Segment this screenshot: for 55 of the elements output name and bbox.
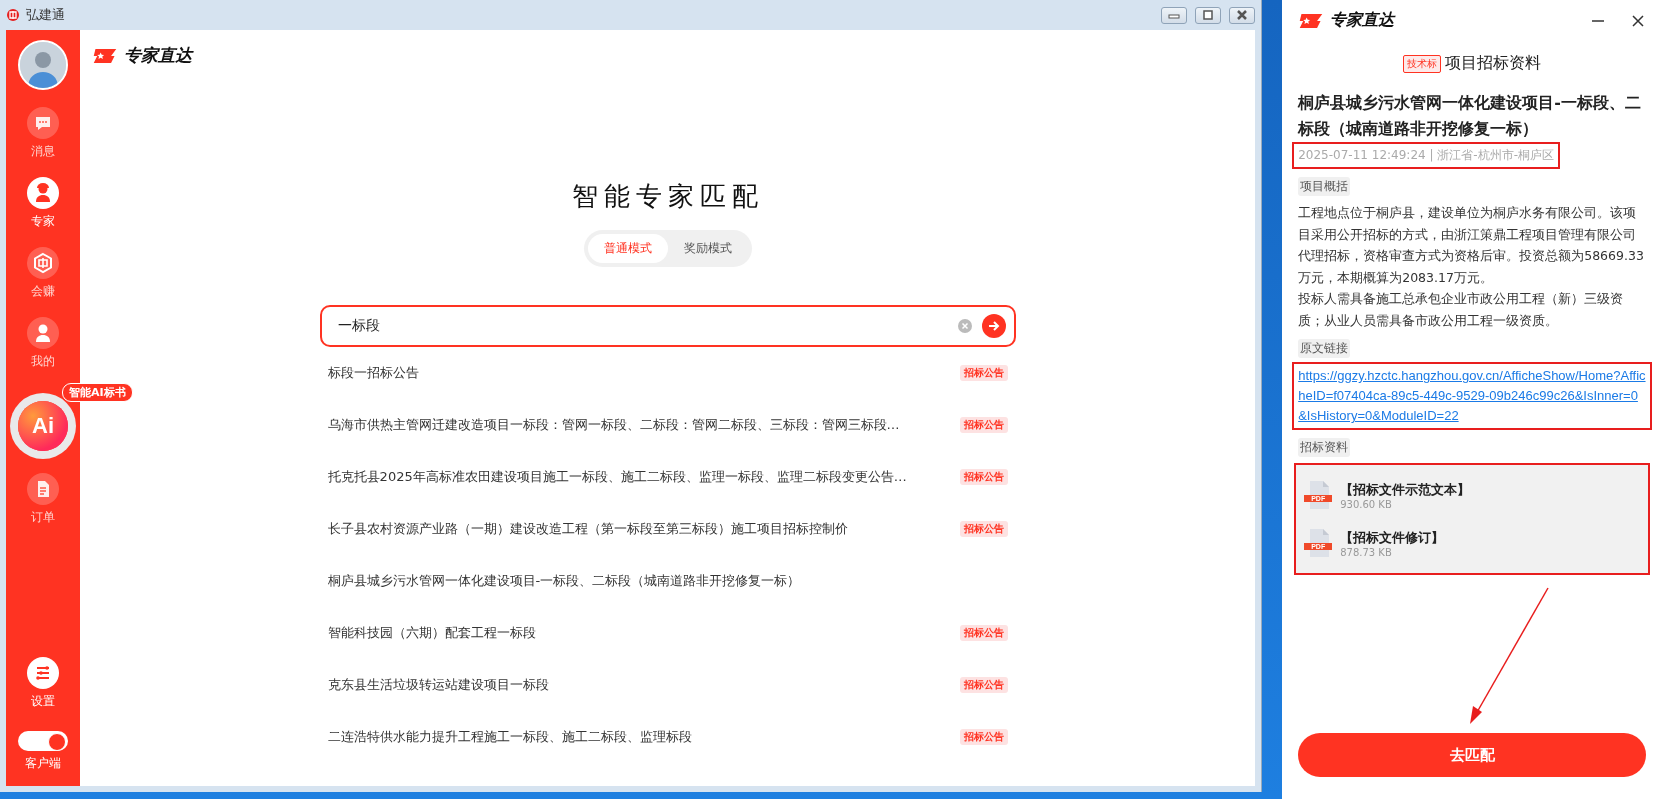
sidebar-item[interactable]: 专家 [6,173,80,243]
result-tag: 招标公告 [959,469,1008,485]
result-tag: 招标公告 [959,677,1008,693]
brand-name: 专家直达 [124,44,192,67]
match-button[interactable]: 去匹配 [1298,733,1646,777]
result-tag: 招标公告 [959,729,1008,745]
section-label: 原文链接 [1298,339,1351,358]
logo-icon [92,46,118,65]
file-name: 【招标文件示范文本】 [1340,480,1471,499]
result-item[interactable]: 标段一招标公告 [327,364,419,382]
app-icon [6,8,20,22]
window-title: 弘建通 [26,6,66,24]
result-item[interactable]: 二连浩特供水能力提升工程施工一标段、施工二标段、监理标段 [327,728,692,746]
panel-heading: 项目招标资料 [1445,53,1542,74]
maximize-icon [1201,10,1216,20]
logo-icon [1298,11,1325,30]
file-size: 878.73 KB [1340,546,1393,558]
summary-text: 工程地点位于桐庐县，建设单位为桐庐水务有限公司。该项目采用公开招标的方式，由浙江策鼎工程项目管理有限公司代理招标，资格审查方式为资格后审。投资总额为58669.33万元，本期概算为2083.17万元。 [1298,204,1645,287]
result-tag: 招标公告 [959,625,1008,641]
ai-badge: 智能AI标书 [62,383,133,402]
search-button[interactable] [981,314,1006,338]
result-item[interactable]: 乌海市供热主管网迁建改造项目一标段：管网一标段、二标段：管网二标段、三标段：管网三标段… [327,416,900,434]
result-tag: 招标公告 [959,417,1008,433]
search-field[interactable]: 一标段 [319,305,1016,347]
close-button[interactable] [1229,6,1256,24]
page-title: 智能专家匹配 [571,180,764,213]
project-title: 桐庐县城乡污水管网一体化建设项目-一标段、二标段（城南道路非开挖修复一标） [1298,92,1642,140]
result-item[interactable]: 智能科技园（六期）配套工程一标段 [327,624,536,642]
avatar[interactable] [18,40,68,90]
maximize-button[interactable] [1195,6,1222,24]
type-tag: 技术标 [1403,54,1442,73]
client-toggle[interactable] [18,731,68,751]
close-icon [1235,10,1250,20]
result-item[interactable]: 托克托县2025年高标准农田建设项目施工一标段、施工二标段、监理一标段、监理二标段变更公告… [327,468,907,486]
result-item[interactable]: 长子县农村资源产业路（一期）建设改造工程（第一标段至第三标段）施工项目招标控制价 [327,520,848,538]
project-meta: 2025-07-11 12:49:24 | 浙江省-杭州市-桐庐区 [1292,142,1560,169]
toggle-label: 客户端 [25,755,61,772]
clear-icon[interactable] [957,319,972,333]
section-label: 招标资料 [1298,438,1351,457]
brand-name: 专家直达 [1330,10,1397,31]
result-item[interactable]: 桐庐县城乡污水管网一体化建设项目-一标段、二标段（城南道路非开挖修复一标） [327,572,801,590]
arrow-icon [986,319,1001,333]
minimize-button[interactable] [1161,6,1188,24]
file-name: 【招标文件修订】 [1340,528,1445,547]
section-label: 项目概括 [1298,177,1351,196]
source-link[interactable]: https://ggzy.hzctc.hangzhou.gov.cn/AfficheShow/Home?AfficheID=f07404ca-89c5-449c-9529-09b246c99c26&IsInner=0&IsHistory=0&ModuleID=22 [1298,366,1646,426]
result-item[interactable]: 克东县生活垃圾转运站建设项目一标段 [327,676,549,694]
result-tag: 招标公告 [959,521,1008,537]
summary-text: 投标人需具备施工总承包企业市政公用工程（新）三级资质；从业人员需具备市政公用工程一级资质。 [1298,290,1625,330]
settings-button[interactable]: 设置 [6,653,80,723]
result-tag: 招标公告 [959,365,1008,381]
mode-tab[interactable]: 奖励模式 [667,234,748,263]
mode-tab[interactable]: 普通模式 [587,234,668,263]
close-icon[interactable] [1630,12,1646,29]
file-size: 930.60 KB [1340,498,1393,510]
